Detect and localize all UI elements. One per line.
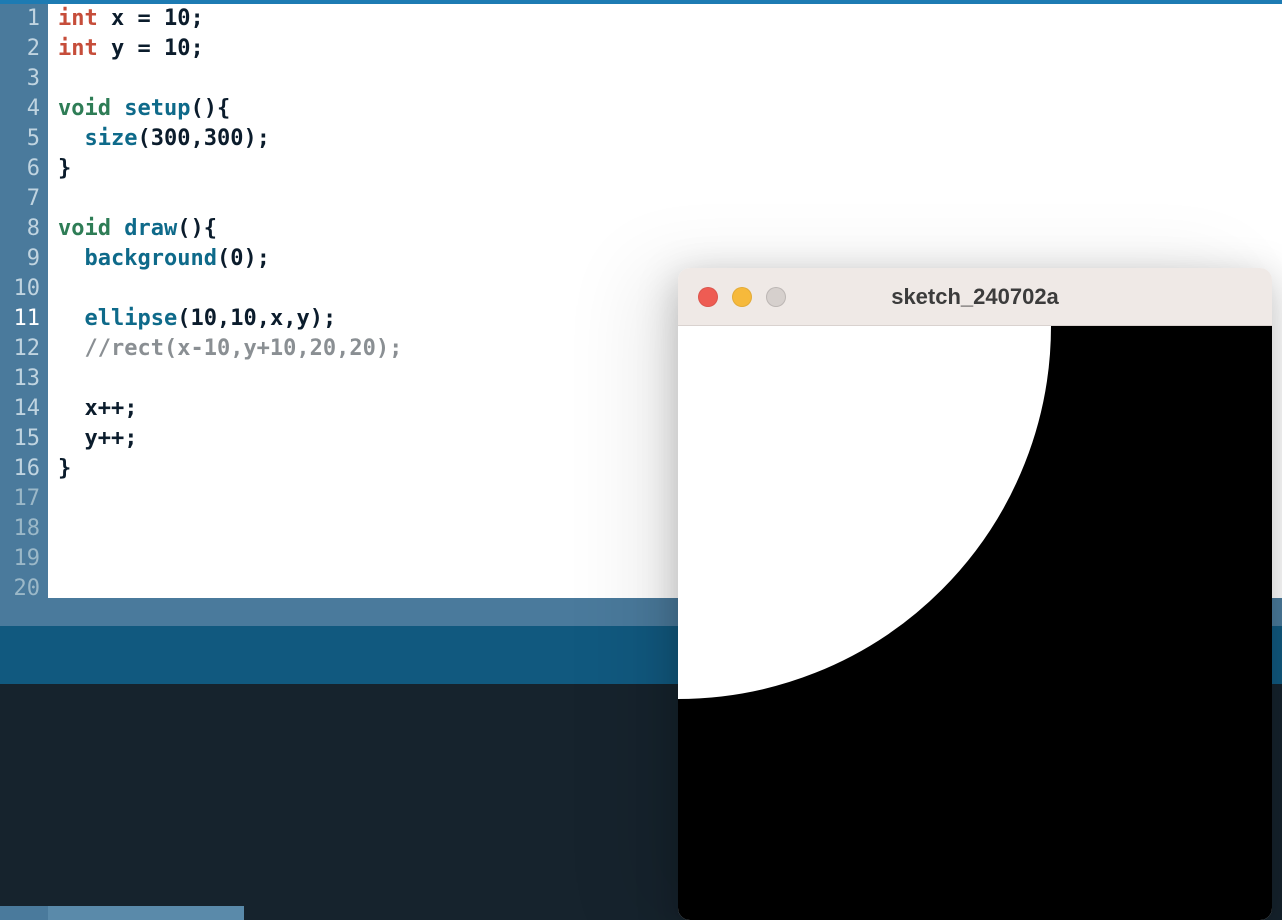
minimize-icon[interactable] [732, 287, 752, 307]
bottom-tab-gutter [0, 906, 48, 920]
ellipse-shape [678, 326, 1052, 700]
code-line[interactable]: void draw(){ [48, 214, 217, 244]
line-number: 15 [0, 424, 48, 454]
code-line[interactable] [48, 484, 58, 514]
code-line[interactable]: //rect(x-10,y+10,20,20); [48, 334, 402, 364]
code-line[interactable] [48, 574, 58, 604]
line-number: 10 [0, 274, 48, 304]
traffic-lights [698, 287, 786, 307]
line-number: 1 [0, 4, 48, 34]
code-line[interactable]: background(0); [48, 244, 270, 274]
code-line[interactable]: int y = 10; [48, 34, 204, 64]
line-number-gutter: 1234567891011121314151617181920 [0, 4, 48, 598]
line-number: 12 [0, 334, 48, 364]
code-line[interactable] [48, 364, 58, 394]
code-line[interactable] [48, 184, 58, 214]
line-number: 19 [0, 544, 48, 574]
line-number: 5 [0, 124, 48, 154]
sketch-canvas [678, 326, 1272, 920]
code-line[interactable]: y++; [48, 424, 138, 454]
code-line[interactable] [48, 544, 58, 574]
line-number: 16 [0, 454, 48, 484]
code-line[interactable]: ellipse(10,10,x,y); [48, 304, 336, 334]
line-number: 11 [0, 304, 48, 334]
line-number: 2 [0, 34, 48, 64]
line-number: 6 [0, 154, 48, 184]
sketch-output-window[interactable]: sketch_240702a [678, 268, 1272, 920]
line-number: 17 [0, 484, 48, 514]
code-line[interactable] [48, 274, 58, 304]
line-number: 20 [0, 574, 48, 604]
code-line[interactable] [48, 64, 58, 94]
code-line[interactable]: size(300,300); [48, 124, 270, 154]
code-line[interactable]: x++; [48, 394, 138, 424]
code-line[interactable] [48, 514, 58, 544]
line-number: 4 [0, 94, 48, 124]
line-number: 18 [0, 514, 48, 544]
line-number: 7 [0, 184, 48, 214]
bottom-tab[interactable] [48, 906, 244, 920]
code-line[interactable]: void setup(){ [48, 94, 230, 124]
line-number: 9 [0, 244, 48, 274]
zoom-icon [766, 287, 786, 307]
code-line[interactable]: int x = 10; [48, 4, 204, 34]
line-number: 3 [0, 64, 48, 94]
code-line[interactable]: } [48, 454, 71, 484]
line-number: 14 [0, 394, 48, 424]
code-line[interactable]: } [48, 154, 71, 184]
line-number: 8 [0, 214, 48, 244]
window-titlebar[interactable]: sketch_240702a [678, 268, 1272, 326]
line-number: 13 [0, 364, 48, 394]
close-icon[interactable] [698, 287, 718, 307]
